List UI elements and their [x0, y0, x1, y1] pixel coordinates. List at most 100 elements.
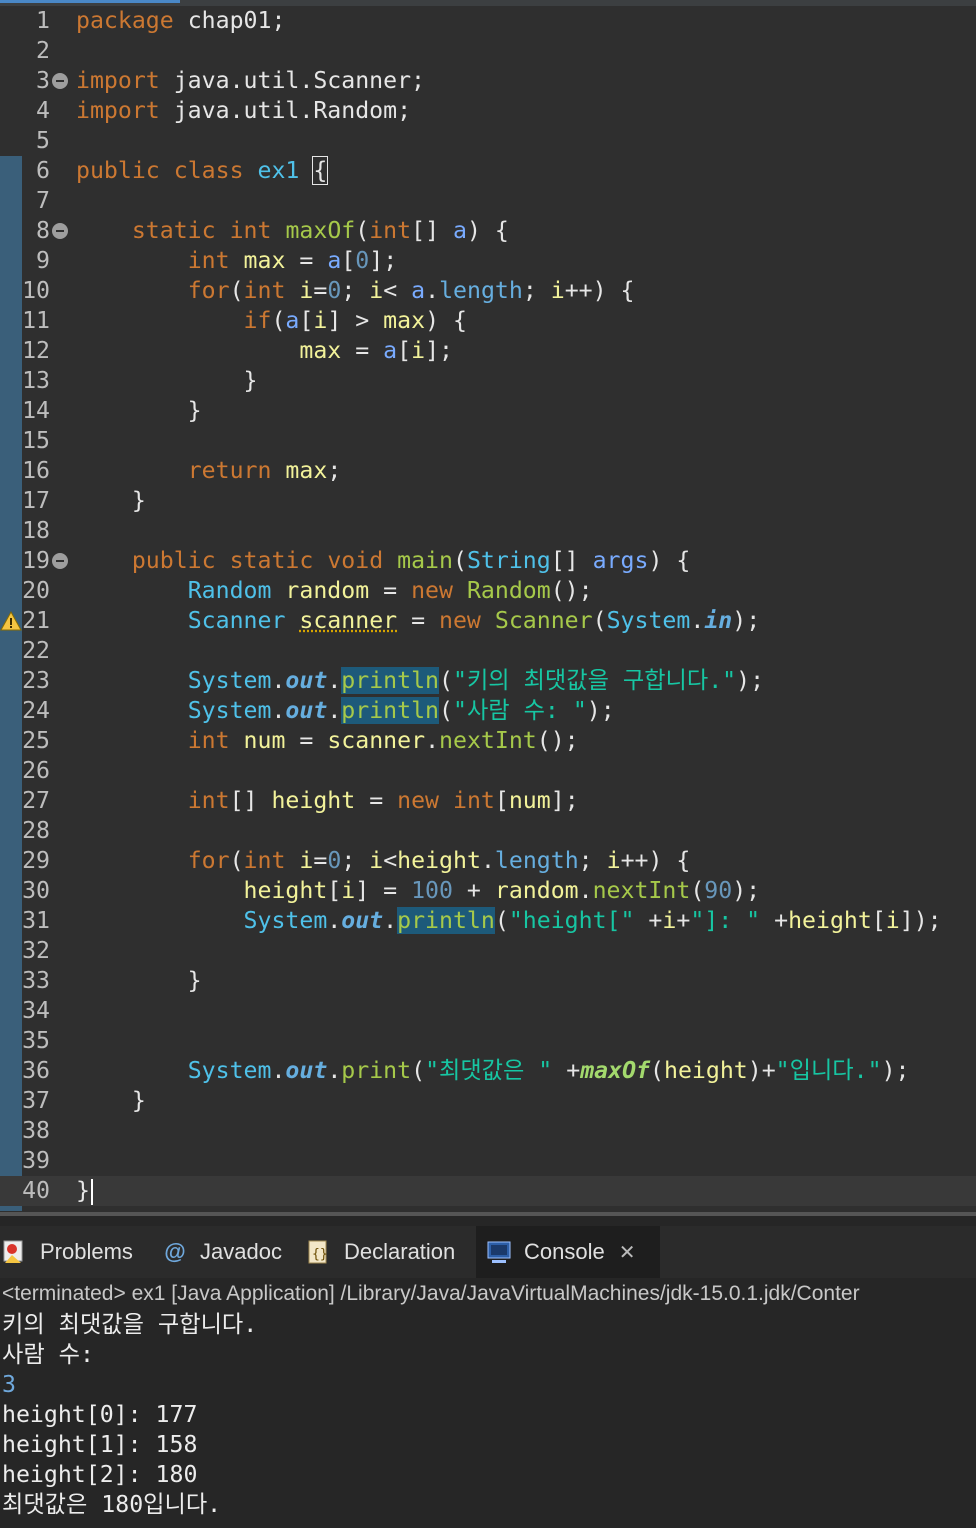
- javadoc-icon: @: [164, 1239, 186, 1264]
- console-input-line: 3: [2, 1371, 16, 1398]
- console-output-line: 키의 최댓값을 구합니다.: [2, 1311, 258, 1338]
- line-number: 40: [22, 1177, 50, 1204]
- close-icon[interactable]: ✕: [619, 1240, 636, 1265]
- line-number: 18: [22, 517, 50, 544]
- line-number: 32: [22, 937, 50, 964]
- line-number: 38: [22, 1117, 50, 1144]
- code-line[interactable]: 28: [0, 816, 976, 846]
- code-line[interactable]: 7: [0, 186, 976, 216]
- line-number: 14: [22, 397, 50, 424]
- line-number: 28: [22, 817, 50, 844]
- line-number: 13: [22, 367, 50, 394]
- line-number: 10: [22, 277, 50, 304]
- line-number: 25: [22, 727, 50, 754]
- code-line[interactable]: 36 System.out.print("최댓값은 " +maxOf(heigh…: [0, 1056, 976, 1086]
- line-number: 20: [22, 577, 50, 604]
- console-icon: [486, 1239, 512, 1265]
- line-number: 29: [22, 847, 50, 874]
- line-number: 12: [22, 337, 50, 364]
- fold-collapse-icon[interactable]: [52, 73, 68, 89]
- code-line[interactable]: 3 import java.util.Scanner;: [0, 66, 976, 96]
- declaration-icon: {}: [306, 1239, 332, 1265]
- code-line[interactable]: 33 }: [0, 966, 976, 996]
- code-line[interactable]: 22: [0, 636, 976, 666]
- console-status: <terminated> ex1 [Java Application] /Lib…: [2, 1282, 860, 1305]
- code-line[interactable]: 39: [0, 1146, 976, 1176]
- code-line[interactable]: 26: [0, 756, 976, 786]
- code-line[interactable]: 4 import java.util.Random;: [0, 96, 976, 126]
- code-line[interactable]: 18: [0, 516, 976, 546]
- line-number: 36: [22, 1057, 50, 1084]
- line-number: 19: [22, 547, 50, 574]
- line-number: 1: [36, 7, 50, 34]
- line-number: 8: [36, 217, 50, 244]
- console-output-line: height[1]: 158: [2, 1431, 198, 1458]
- code-line[interactable]: 29 for(int i=0; i<height.length; i++) {: [0, 846, 976, 876]
- line-number: 31: [22, 907, 50, 934]
- line-number: 23: [22, 667, 50, 694]
- code-line[interactable]: 16 return max;: [0, 456, 976, 486]
- code-line[interactable]: 30 height[i] = 100 + random.nextInt(90);: [0, 876, 976, 906]
- code-line[interactable]: 17 }: [0, 486, 976, 516]
- code-line[interactable]: 38: [0, 1116, 976, 1146]
- tab-declaration[interactable]: {} Declaration: [306, 1226, 472, 1278]
- line-number: 9: [36, 247, 50, 274]
- panel-divider[interactable]: [0, 1212, 976, 1216]
- line-number: 22: [22, 637, 50, 664]
- code-line[interactable]: 21 Scanner scanner = new Scanner(System.…: [0, 606, 976, 636]
- code-line[interactable]: 10 for(int i=0; i< a.length; i++) {: [0, 276, 976, 306]
- code-line[interactable]: 2: [0, 36, 976, 66]
- tab-problems[interactable]: Problems: [2, 1226, 152, 1278]
- code-line[interactable]: 24 System.out.println("사람 수: ");: [0, 696, 976, 726]
- bottom-panel: Problems @ Javadoc {} Declaration Consol…: [0, 1212, 976, 1528]
- line-number: 7: [36, 187, 50, 214]
- line-number: 24: [22, 697, 50, 724]
- code-line[interactable]: 23 System.out.println("키의 최댓값을 구합니다.");: [0, 666, 976, 696]
- code-line[interactable]: 5: [0, 126, 976, 156]
- code-line[interactable]: 6 public class ex1 {: [0, 156, 976, 186]
- tab-console[interactable]: Console ✕: [476, 1226, 660, 1278]
- code-line[interactable]: 25 int num = scanner.nextInt();: [0, 726, 976, 756]
- line-number: 33: [22, 967, 50, 994]
- code-line[interactable]: 12 max = a[i];: [0, 336, 976, 366]
- text-cursor: [90, 1178, 93, 1205]
- code-line[interactable]: 32: [0, 936, 976, 966]
- line-number: 30: [22, 877, 50, 904]
- line-number: 6: [36, 157, 50, 184]
- console-output-line: 사람 수:: [2, 1341, 94, 1368]
- code-line[interactable]: 1 package chap01;: [0, 6, 976, 36]
- line-number: 5: [36, 127, 50, 154]
- code-line[interactable]: 34: [0, 996, 976, 1026]
- code-line[interactable]: 14 }: [0, 396, 976, 426]
- line-number: 15: [22, 427, 50, 454]
- tab-javadoc[interactable]: @ Javadoc: [162, 1226, 302, 1278]
- line-number: 17: [22, 487, 50, 514]
- fold-collapse-icon[interactable]: [52, 553, 68, 569]
- console-output-line: height[0]: 177: [2, 1401, 198, 1428]
- line-number: 27: [22, 787, 50, 814]
- line-number: 26: [22, 757, 50, 784]
- code-line[interactable]: 35: [0, 1026, 976, 1056]
- line-number: 2: [36, 37, 50, 64]
- code-line[interactable]: 8 static int maxOf(int[] a) {: [0, 216, 976, 246]
- code-line[interactable]: 19 public static void main(String[] args…: [0, 546, 976, 576]
- code-line[interactable]: 37 }: [0, 1086, 976, 1116]
- code-line[interactable]: 31 System.out.println("height[" +i+"]: "…: [0, 906, 976, 936]
- svg-text:{}: {}: [312, 1247, 328, 1262]
- code-editor[interactable]: 1 package chap01; 2 3 import java.util.Sca…: [0, 0, 976, 1212]
- code-line[interactable]: 27 int[] height = new int[num];: [0, 786, 976, 816]
- warning-icon[interactable]: [0, 610, 22, 632]
- code-line[interactable]: 20 Random random = new Random();: [0, 576, 976, 606]
- code-line[interactable]: 13 }: [0, 366, 976, 396]
- problems-icon: [2, 1239, 28, 1265]
- line-number: 16: [22, 457, 50, 484]
- fold-collapse-icon[interactable]: [52, 223, 68, 239]
- line-number: 37: [22, 1087, 50, 1114]
- code-line[interactable]: 11 if(a[i] > max) {: [0, 306, 976, 336]
- line-number: 34: [22, 997, 50, 1024]
- code-line[interactable]: 15: [0, 426, 976, 456]
- code-line-current[interactable]: 40}: [0, 1176, 976, 1206]
- code-line[interactable]: 9 int max = a[0];: [0, 246, 976, 276]
- console-output-line: 최댓값은 180입니다.: [2, 1491, 222, 1518]
- line-number: 4: [36, 97, 50, 124]
